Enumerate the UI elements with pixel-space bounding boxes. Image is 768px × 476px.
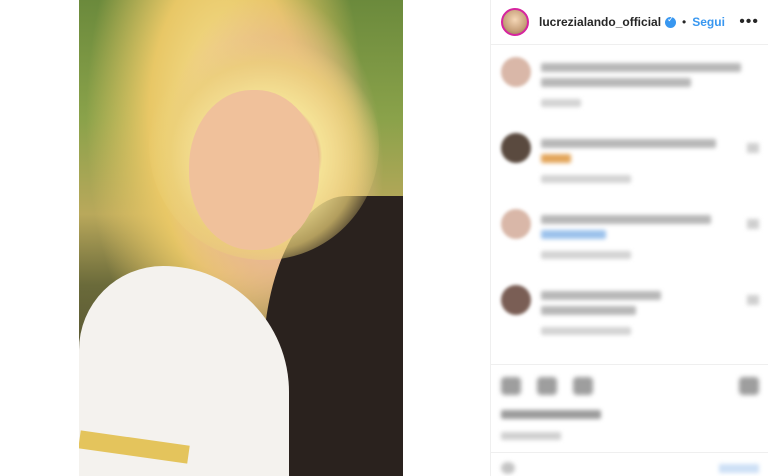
actions-divider — [491, 364, 768, 365]
like-icon[interactable] — [501, 377, 521, 395]
post-actions-bar — [501, 374, 759, 398]
add-comment-bar — [501, 462, 759, 474]
comment-avatar[interactable] — [501, 285, 531, 315]
comment-avatar[interactable] — [501, 57, 531, 87]
comment-text-blurred — [541, 291, 661, 300]
comment-meta-blurred — [541, 99, 581, 107]
like-comment-icon[interactable] — [747, 143, 759, 153]
post-date-blurred — [501, 432, 561, 440]
post-comment-button[interactable] — [719, 463, 759, 473]
post-media-area — [0, 0, 490, 476]
comment-body — [541, 209, 747, 259]
verified-badge-icon — [665, 15, 677, 28]
post-header: lucrezialando_official • Segui ••• — [491, 0, 768, 45]
comment-body — [541, 133, 747, 183]
profile-username[interactable]: lucrezialando_official — [539, 15, 661, 29]
comment-meta-blurred — [541, 251, 631, 259]
profile-avatar[interactable] — [501, 8, 529, 36]
comment-emoji-blurred — [541, 154, 571, 163]
save-icon[interactable] — [739, 377, 759, 395]
comment-body — [541, 285, 747, 335]
comment-text-blurred — [541, 215, 711, 224]
comment-meta-blurred — [541, 327, 631, 335]
emoji-icon[interactable] — [501, 462, 515, 474]
comment-text-blurred — [541, 78, 691, 87]
comment-item — [501, 209, 759, 285]
comment-mention-blurred — [541, 230, 606, 239]
comment-item — [501, 57, 759, 133]
comments-list — [491, 45, 768, 361]
photo-face — [189, 90, 319, 250]
comment-meta-blurred — [541, 175, 631, 183]
more-options-icon[interactable]: ••• — [739, 13, 759, 31]
comment-item — [501, 285, 759, 361]
comment-text-blurred — [541, 63, 741, 72]
header-separator: • — [682, 15, 687, 29]
comment-input-divider — [491, 452, 768, 453]
comment-text-blurred — [541, 306, 636, 315]
comment-body — [541, 57, 759, 107]
comment-avatar[interactable] — [501, 209, 531, 239]
post-side-panel: lucrezialando_official • Segui ••• — [490, 0, 768, 476]
comment-item — [501, 133, 759, 209]
comment-avatar[interactable] — [501, 133, 531, 163]
comment-text-blurred — [541, 139, 716, 148]
post-photo[interactable] — [79, 0, 403, 476]
like-comment-icon[interactable] — [747, 219, 759, 229]
share-icon[interactable] — [573, 377, 593, 395]
like-comment-icon[interactable] — [747, 295, 759, 305]
comment-icon[interactable] — [537, 377, 557, 395]
follow-button[interactable]: Segui — [692, 15, 725, 29]
likes-count-blurred[interactable] — [501, 410, 601, 419]
